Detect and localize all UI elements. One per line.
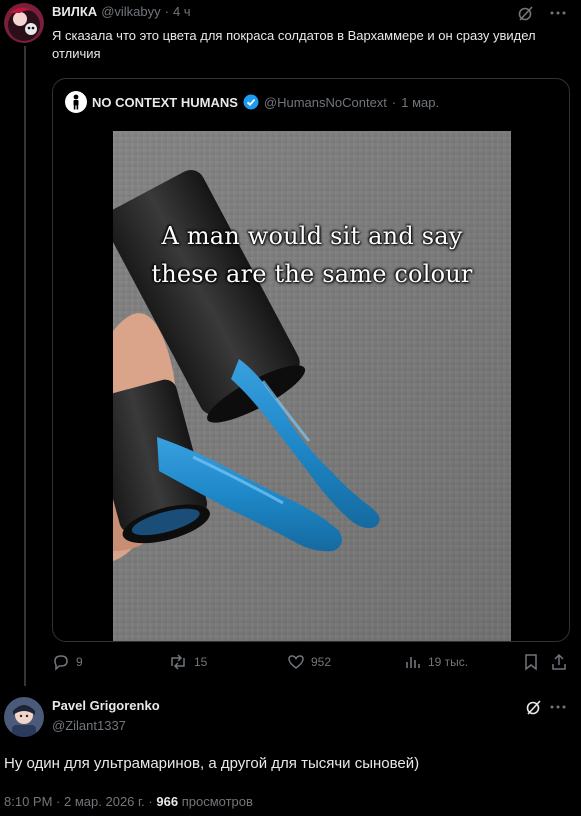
retweet-count: 15: [194, 655, 208, 669]
like-icon: [287, 653, 305, 671]
image-caption-line2: these are the same colour: [151, 260, 473, 288]
views-button[interactable]: 19 тыс.: [404, 653, 468, 671]
views-count: 19 тыс.: [428, 655, 469, 669]
quote-header: NO CONTEXT HUMANS @HumansNoContext · 1 м…: [65, 91, 439, 113]
tweet1-header: ВИЛКА @vilkabyy · 4 ч: [52, 4, 191, 19]
more-icon[interactable]: [549, 698, 567, 716]
tweet2-separator1: ·: [56, 794, 61, 809]
share-button[interactable]: [550, 653, 568, 671]
tweet2-views-count: 966: [156, 794, 179, 809]
reply-button[interactable]: 9: [52, 653, 83, 671]
avatar-vilka[interactable]: [4, 3, 44, 43]
tweet1-separator: ·: [164, 4, 169, 19]
tweet1-time[interactable]: 4 ч: [173, 4, 191, 19]
tweet1-handle[interactable]: @vilkabyy: [101, 4, 160, 19]
bookmark-button[interactable]: [522, 653, 540, 671]
like-button[interactable]: 952: [287, 653, 331, 671]
quote-author-name[interactable]: NO CONTEXT HUMANS: [92, 95, 238, 110]
verified-icon: [243, 94, 259, 110]
more-icon[interactable]: [549, 4, 567, 22]
image-caption-line1: A man would sit and say: [161, 222, 463, 250]
tweet1-actions: 9 15 952 19 тыс.: [52, 653, 570, 675]
tweet2-time[interactable]: 8:10 PM: [4, 794, 52, 809]
quoted-tweet[interactable]: NO CONTEXT HUMANS @HumansNoContext · 1 м…: [52, 78, 570, 642]
grok-icon[interactable]: [517, 4, 535, 22]
quote-separator: ·: [391, 94, 397, 110]
tweet1-top-icons: [517, 4, 567, 22]
thread-line: [24, 46, 26, 686]
like-count: 952: [311, 655, 332, 669]
quote-date[interactable]: 1 мар.: [401, 95, 439, 110]
quote-handle[interactable]: @HumansNoContext: [264, 95, 387, 110]
reply-count: 9: [76, 655, 83, 669]
grok-icon[interactable]: [525, 698, 543, 716]
avatar-pavel[interactable]: [4, 697, 44, 737]
tweet2-text: Ну один для ультрамаринов, а другой для …: [4, 755, 420, 772]
quote-avatar[interactable]: [65, 91, 87, 113]
views-icon: [404, 653, 422, 671]
tweet2-views-label: просмотров: [181, 794, 253, 809]
tweet2-separator2: ·: [148, 794, 153, 809]
quote-media-image[interactable]: A man would sit and say these are the sa…: [113, 131, 511, 641]
share-icon: [550, 653, 568, 671]
tweet2-meta: 8:10 PM · 2 мар. 2026 г. · 966 просмотро…: [4, 794, 253, 809]
tweet2-handle[interactable]: @Zilant1337: [52, 718, 126, 733]
reply-icon: [52, 653, 70, 671]
retweet-icon: [168, 653, 188, 671]
tweet1-author-name[interactable]: ВИЛКА: [52, 4, 97, 19]
tweet1-text: Я сказала что это цвета для покраса солд…: [52, 28, 536, 61]
retweet-button[interactable]: 15: [168, 653, 207, 671]
tweet2-author-name[interactable]: Pavel Grigorenko: [52, 698, 160, 713]
bookmark-icon: [522, 653, 540, 671]
tweet2-date[interactable]: 2 мар. 2026 г.: [64, 794, 145, 809]
